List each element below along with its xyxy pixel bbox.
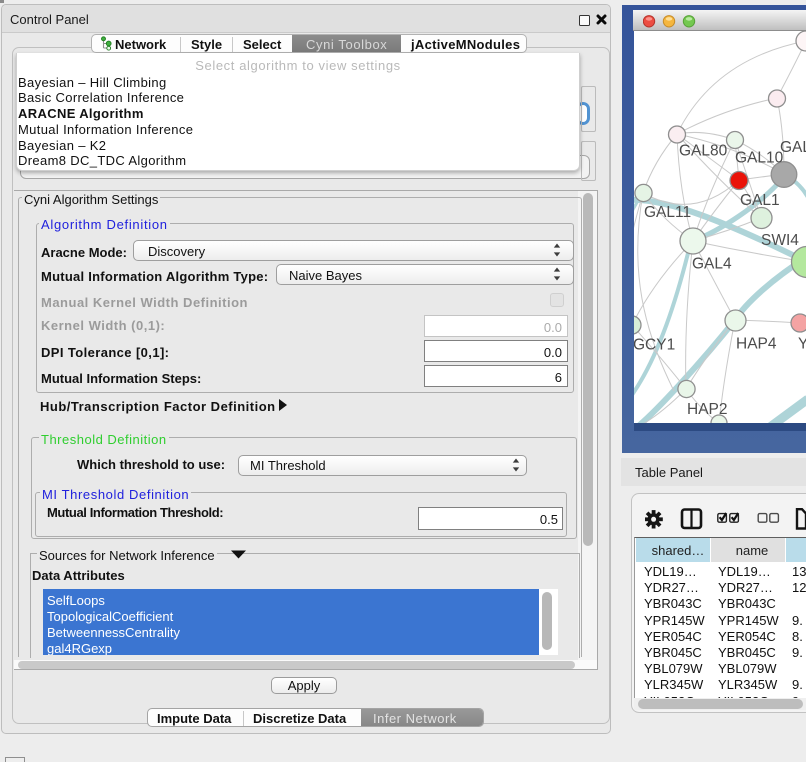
svg-text:GAL11: GAL11 — [644, 204, 691, 221]
svg-text:GAL80: GAL80 — [679, 143, 728, 160]
svg-text:GAL4: GAL4 — [692, 256, 732, 273]
svg-text:Y: Y — [798, 336, 806, 353]
svg-text:HAP4: HAP4 — [736, 336, 777, 353]
svg-text:GAL10: GAL10 — [735, 150, 784, 167]
svg-text:GAL1: GAL1 — [740, 192, 780, 209]
svg-text:GCY1: GCY1 — [634, 337, 675, 354]
svg-text:GAL2: GAL2 — [780, 139, 806, 156]
svg-text:HAP2: HAP2 — [687, 401, 728, 418]
svg-text:SWI4: SWI4 — [761, 232, 799, 249]
